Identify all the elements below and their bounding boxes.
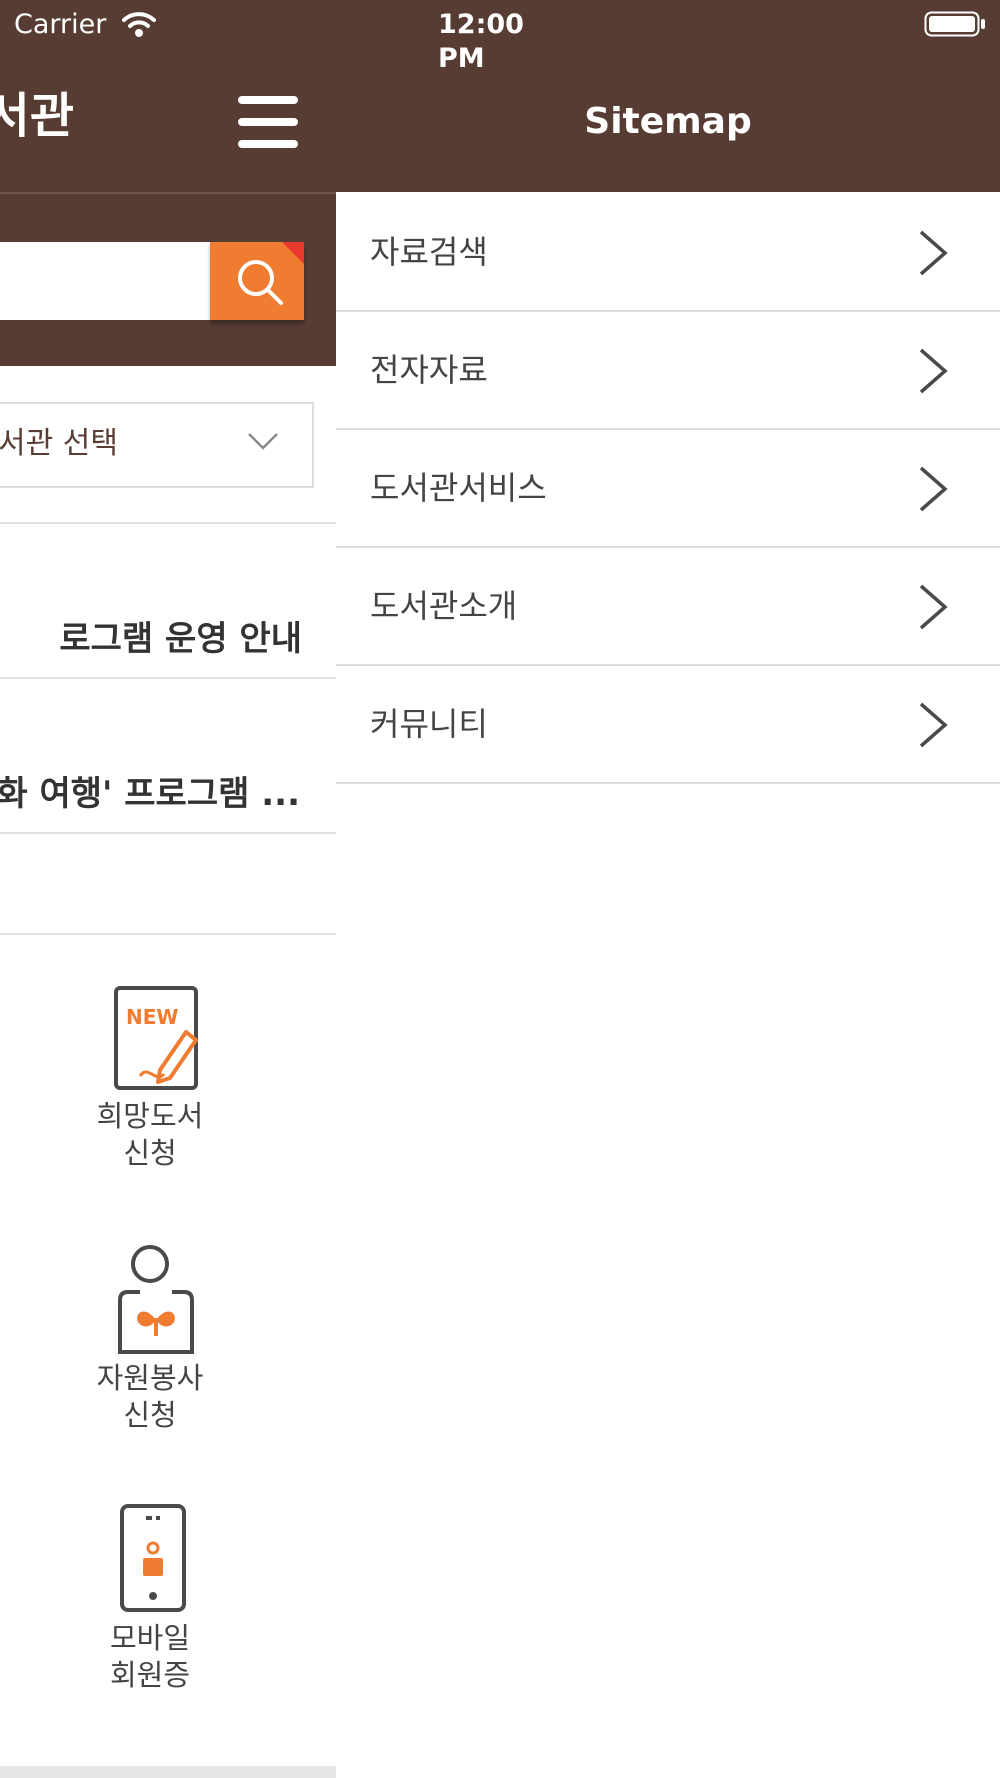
notice-item[interactable]: 화 여행' 프로그램 ... <box>0 772 300 816</box>
quick-menu-mobile-card[interactable]: 모바일 회원증 <box>70 1504 230 1694</box>
quick-menu-wish-book[interactable]: NEW 희망도서 신청 <box>70 984 230 1172</box>
divider <box>0 677 336 679</box>
search-area <box>0 194 336 366</box>
new-request-icon: NEW <box>114 986 198 1090</box>
carrier-label: Carrier <box>14 9 107 40</box>
sitemap-title: Sitemap <box>584 101 752 142</box>
notice-item[interactable]: 로그램 운영 안내 <box>59 617 302 661</box>
chevron-down-icon <box>248 433 278 450</box>
sitemap-item-library-services[interactable]: 도서관서비스 <box>336 430 1000 548</box>
footer-strip <box>0 1766 336 1778</box>
divider <box>0 832 336 834</box>
status-bar: Carrier 12:00 PM <box>0 0 1000 74</box>
sitemap-item-search[interactable]: 자료검색 <box>336 194 1000 312</box>
quick-label: 신청 <box>123 1398 177 1432</box>
new-badge-text: NEW <box>126 1005 178 1029</box>
sitemap-item-label: 도서관소개 <box>370 587 518 625</box>
sitemap-list: 자료검색 전자자료 도서관서비스 도서관소개 커뮤니티 <box>336 194 1000 784</box>
sitemap-item-label: 도서관서비스 <box>370 469 547 507</box>
mobile-card-icon <box>120 1504 186 1612</box>
sitemap-item-community[interactable]: 커뮤니티 <box>336 666 1000 784</box>
sitemap-item-label: 자료검색 <box>370 233 488 271</box>
library-select-value: 서관 선택 <box>0 426 118 461</box>
chevron-right-icon <box>919 584 948 630</box>
library-select[interactable]: 서관 선택 <box>0 402 314 488</box>
library-title: 서관 <box>0 88 74 144</box>
quick-label: 희망도서 <box>96 1099 204 1133</box>
hamburger-menu-icon[interactable] <box>238 96 298 148</box>
search-icon <box>238 260 283 305</box>
chevron-right-icon <box>919 702 948 748</box>
sitemap-item-label: 커뮤니티 <box>370 705 488 743</box>
quick-label: 신청 <box>123 1136 177 1170</box>
battery-icon <box>924 11 985 37</box>
status-time: 12:00 PM <box>438 9 524 74</box>
search-button[interactable] <box>210 242 304 320</box>
volunteer-icon <box>118 1245 194 1354</box>
divider <box>0 933 336 935</box>
sitemap-item-about[interactable]: 도서관소개 <box>336 548 1000 666</box>
divider <box>0 522 336 524</box>
chevron-right-icon <box>919 466 948 512</box>
quick-label: 회원증 <box>109 1658 191 1692</box>
search-input[interactable] <box>0 242 210 320</box>
chevron-right-icon <box>919 348 948 394</box>
chevron-right-icon <box>919 230 948 276</box>
background-page: 서관 서관 선택 로그램 운영 안내 화 여행' 프로그램 ... NEW 희망… <box>0 0 336 1778</box>
sitemap-item-e-resources[interactable]: 전자자료 <box>336 312 1000 430</box>
wifi-icon <box>122 12 156 37</box>
background-header: 서관 <box>0 48 336 194</box>
sitemap-header: Sitemap <box>336 48 1000 192</box>
sitemap-panel: Sitemap 자료검색 전자자료 도서관서비스 도서관소개 커뮤니티 <box>336 0 1000 1778</box>
quick-menu-volunteer[interactable]: 자원봉사 신청 <box>70 1244 230 1434</box>
quick-label: 모바일 <box>109 1621 191 1655</box>
sitemap-item-label: 전자자료 <box>370 351 488 389</box>
quick-label: 자원봉사 <box>96 1361 204 1395</box>
